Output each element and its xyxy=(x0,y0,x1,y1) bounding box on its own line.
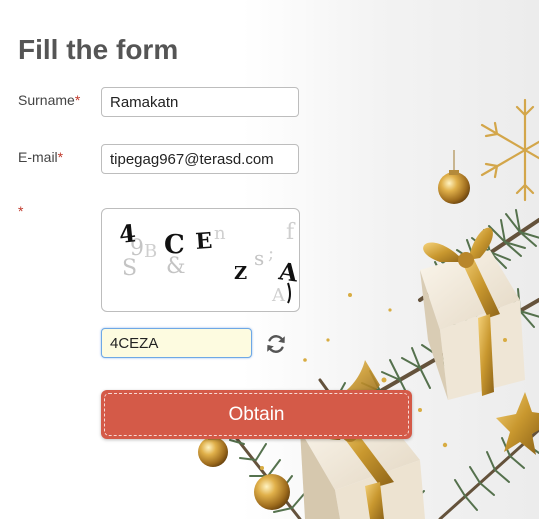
captcha-main-glyph: A xyxy=(276,256,299,288)
required-asterisk: * xyxy=(57,149,64,165)
gift-box-small xyxy=(300,360,425,519)
email-label: E-mail* xyxy=(18,149,63,165)
captcha-noise-glyph: s xyxy=(254,246,264,270)
email-input[interactable] xyxy=(101,144,299,174)
email-label-text: E-mail xyxy=(18,149,58,165)
required-asterisk: * xyxy=(18,203,24,219)
captcha-label: * xyxy=(18,203,23,219)
captcha-main-glyph: E xyxy=(195,228,214,255)
captcha-image: 9 B n S & s ; f A 4 C E Z A xyxy=(101,208,300,312)
captcha-input[interactable] xyxy=(101,328,252,358)
page-background: Fill the form Surname* E-mail* * 9 B n S… xyxy=(0,0,539,519)
form-title: Fill the form xyxy=(18,34,179,65)
captcha-main-glyph: Z xyxy=(234,263,247,284)
captcha-noise-glyph: S xyxy=(122,256,137,281)
ornament-ball xyxy=(438,172,470,204)
obtain-button[interactable]: Obtain xyxy=(101,390,412,439)
gift-box-large xyxy=(420,227,525,400)
obtain-button-label: Obtain xyxy=(104,393,409,436)
surname-label: Surname* xyxy=(18,92,80,108)
captcha-noise-glyph: A xyxy=(271,285,286,306)
ornament-ball xyxy=(254,474,290,510)
ornament-ball xyxy=(198,437,228,467)
surname-label-text: Surname xyxy=(18,92,75,108)
surname-input[interactable] xyxy=(101,87,299,117)
refresh-icon-graphic xyxy=(267,335,285,353)
required-asterisk: * xyxy=(74,92,81,108)
captcha-main-glyph: C xyxy=(164,230,185,260)
refresh-icon[interactable] xyxy=(264,332,288,356)
captcha-main-glyph: 4 xyxy=(118,218,138,249)
captcha-noise-glyph: ; xyxy=(268,243,274,264)
captcha-glyphs: 9 B n S & s ; f A 4 C E Z A xyxy=(118,218,299,306)
captcha-noise-glyph: B xyxy=(144,241,157,262)
snowflake xyxy=(480,98,539,202)
gold-star xyxy=(496,392,539,455)
captcha-noise-glyph: f xyxy=(286,220,296,245)
captcha-noise-glyph: n xyxy=(214,223,226,244)
